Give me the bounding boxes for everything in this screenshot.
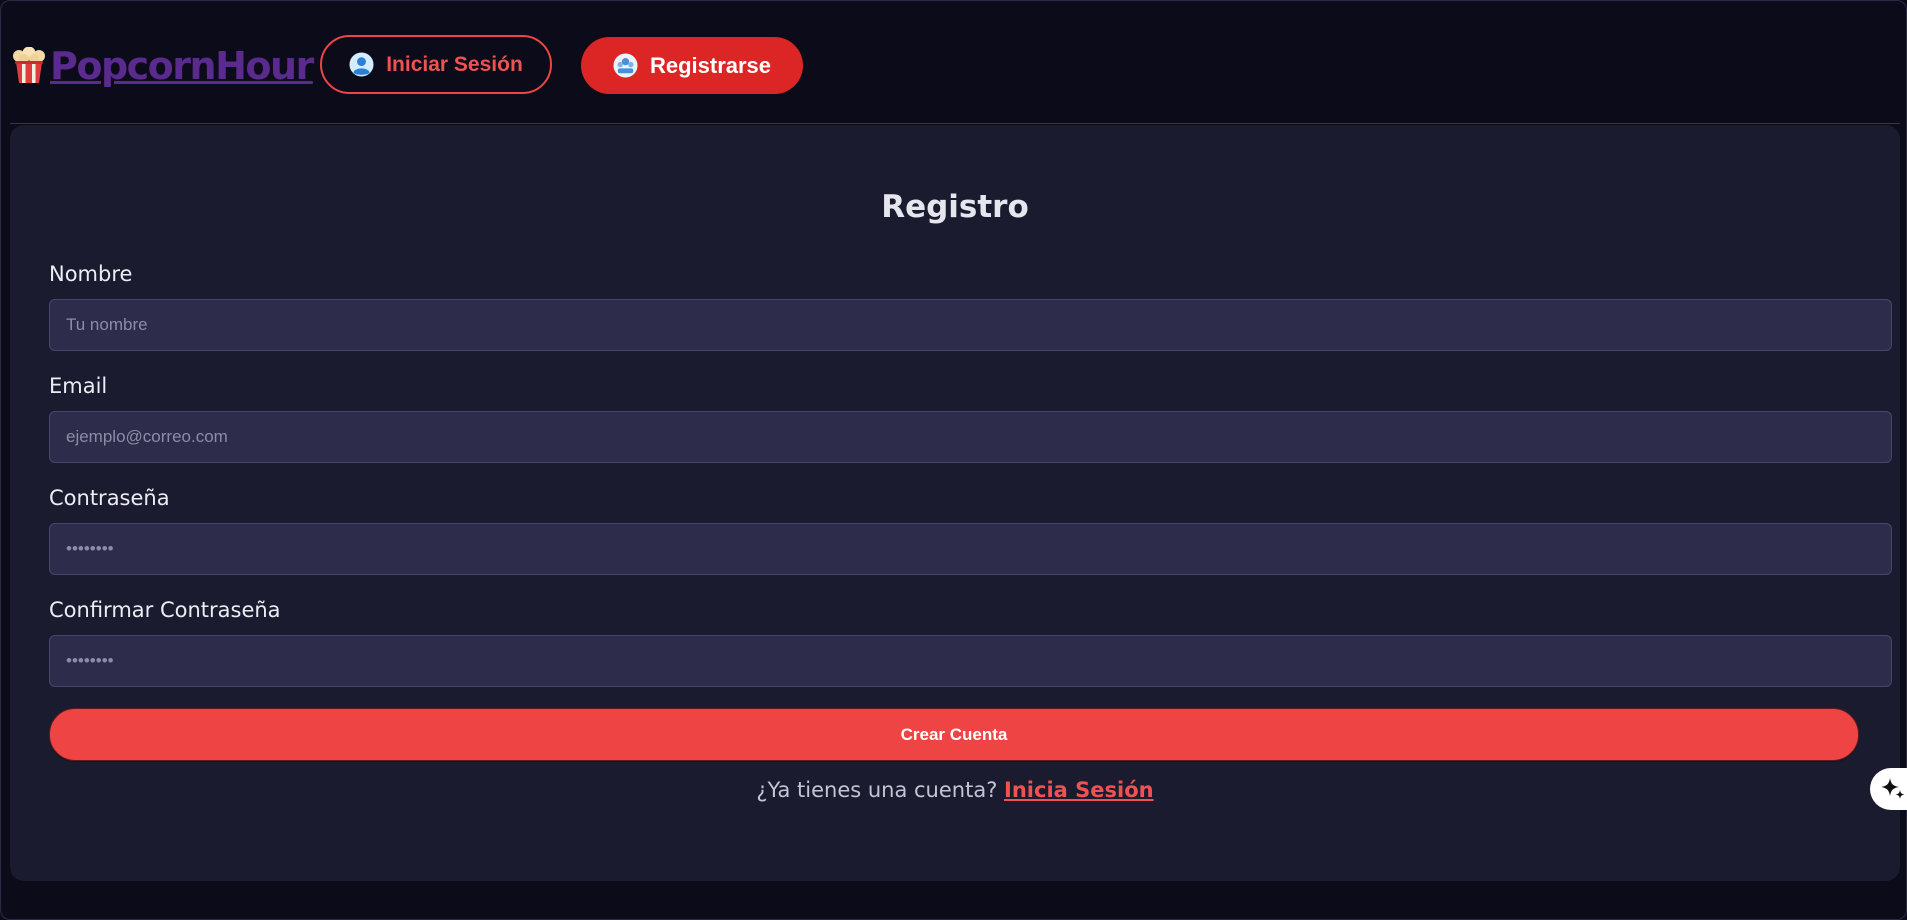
login-link[interactable]: Inicia Sesión — [1004, 778, 1154, 802]
email-label: Email — [49, 374, 108, 398]
name-field[interactable] — [49, 299, 1892, 351]
email-field[interactable] — [49, 411, 1892, 463]
brand-logo-link[interactable]: PopcornHour — [10, 44, 314, 88]
confirm-password-label: Confirmar Contraseña — [49, 598, 281, 622]
register-button[interactable]: Registrarse — [581, 37, 803, 94]
ai-assistant-button[interactable] — [1870, 768, 1907, 810]
top-navbar: PopcornHour Iniciar Sesión Registrarse — [10, 0, 1900, 124]
login-prompt: ¿Ya tienes una cuenta? Inicia Sesión — [10, 778, 1900, 802]
create-account-button[interactable]: Crear Cuenta — [49, 708, 1859, 761]
register-button-label: Registrarse — [649, 52, 772, 78]
login-prompt-text: ¿Ya tienes una cuenta? — [756, 778, 998, 802]
sparkle-icon — [1881, 778, 1905, 799]
page-title: Registro — [881, 189, 1029, 225]
user-group-icon — [613, 53, 638, 78]
brand-name[interactable]: PopcornHour — [50, 44, 314, 88]
confirm-password-field[interactable] — [49, 635, 1892, 687]
password-field[interactable] — [49, 523, 1892, 575]
popcorn-bucket-icon — [13, 47, 45, 83]
password-label: Contraseña — [49, 486, 170, 510]
user-icon — [349, 52, 374, 77]
login-button[interactable]: Iniciar Sesión — [320, 35, 552, 94]
login-button-label: Iniciar Sesión — [386, 52, 523, 76]
name-label: Nombre — [49, 262, 133, 286]
register-card: Registro Nombre Email Contraseña Confirm… — [10, 125, 1900, 881]
